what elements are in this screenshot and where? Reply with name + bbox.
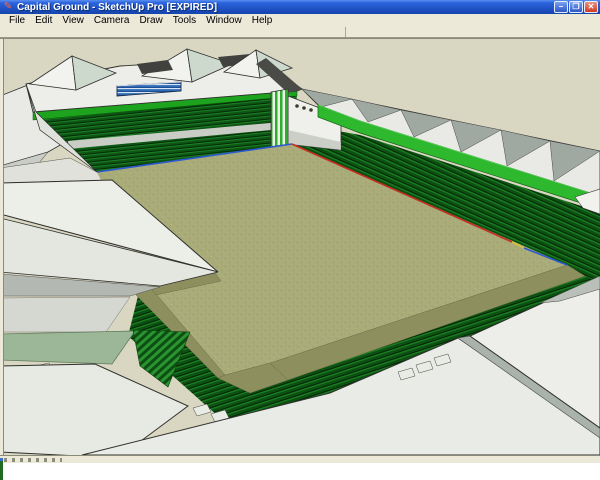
menu-item-camera[interactable]: Camera bbox=[89, 14, 135, 27]
status-green-bar bbox=[0, 461, 3, 480]
status-text-marks bbox=[4, 458, 62, 462]
wall-logo bbox=[309, 108, 313, 112]
sage-roof-plane[interactable] bbox=[0, 331, 135, 364]
menu-item-draw[interactable]: Draw bbox=[134, 14, 167, 27]
status-bar bbox=[0, 455, 600, 463]
close-button[interactable]: ✕ bbox=[584, 1, 598, 13]
sketchup-window: ✎ Capital Ground - SketchUp Pro [EXPIRED… bbox=[0, 0, 600, 480]
minimize-button[interactable]: – bbox=[554, 1, 568, 13]
wall-logo bbox=[302, 106, 306, 110]
status-area bbox=[0, 463, 600, 480]
wall-logo bbox=[295, 104, 299, 108]
menu-item-tools[interactable]: Tools bbox=[168, 14, 201, 27]
title-bar[interactable]: ✎ Capital Ground - SketchUp Pro [EXPIRED… bbox=[0, 0, 600, 14]
menu-bar: File Edit View Camera Draw Tools Window … bbox=[0, 14, 600, 27]
toolbar-divider bbox=[345, 27, 346, 37]
viewport-margin bbox=[0, 38, 3, 455]
menu-item-edit[interactable]: Edit bbox=[30, 14, 57, 27]
corner-striped-wall[interactable] bbox=[271, 89, 288, 150]
window-title: Capital Ground - SketchUp Pro [EXPIRED] bbox=[17, 2, 217, 13]
menu-item-window[interactable]: Window bbox=[201, 14, 247, 27]
maximize-button[interactable]: ❐ bbox=[569, 1, 583, 13]
toolbar-strip bbox=[0, 27, 600, 38]
sketchup-app-icon: ✎ bbox=[2, 1, 14, 13]
menu-item-file[interactable]: File bbox=[4, 14, 30, 27]
menu-item-view[interactable]: View bbox=[57, 14, 89, 27]
menu-item-help[interactable]: Help bbox=[247, 14, 278, 27]
3d-viewport[interactable] bbox=[0, 38, 600, 455]
